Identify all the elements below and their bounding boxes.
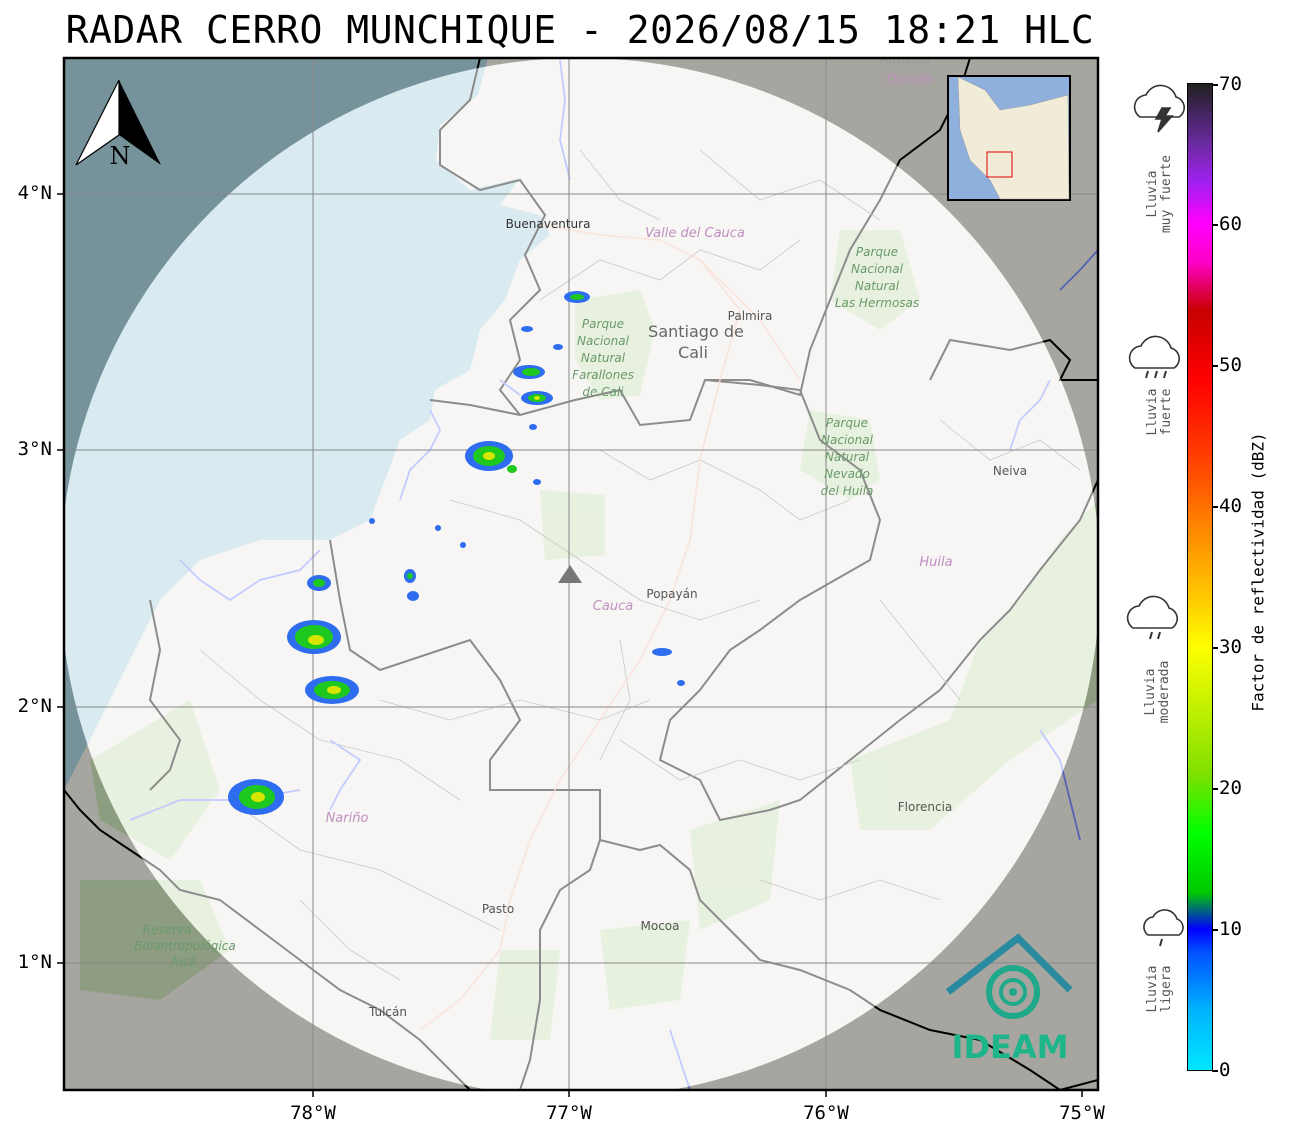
echo-cell: [564, 291, 590, 303]
rain-level-line: Lluvia: [1145, 388, 1160, 436]
label-nevado-2: Nacional: [821, 433, 874, 447]
lat-tick-label: 3°N: [17, 438, 52, 460]
label-farallones-2: Nacional: [577, 334, 630, 348]
reflectivity-colorbar: [1187, 83, 1213, 1071]
colorbar-tick-mark: [1212, 647, 1218, 649]
label-valle-del-cauca: Valle del Cauca: [645, 226, 745, 241]
rain-level-label: Lluvia muy fuerte: [1145, 154, 1174, 234]
rain-level-line: fuerte: [1159, 388, 1174, 436]
thunderstorm-cloud-icon: [1133, 84, 1185, 133]
label-farallones-1: Parque: [582, 317, 624, 331]
label-farallones-4: Farallones: [572, 368, 634, 382]
rain-level-line: moderada: [1157, 660, 1172, 724]
echo-cell: [529, 424, 537, 430]
label-farallones-5: de Cali: [582, 385, 624, 399]
lat-tick-label: 2°N: [17, 695, 52, 717]
rain-level-line: Lluvia: [1145, 170, 1160, 218]
label-cauca: Cauca: [593, 599, 633, 614]
colorbar-tick-mark: [1212, 788, 1218, 790]
north-label: N: [110, 142, 131, 170]
light-rain-cloud-icon: [1143, 909, 1184, 947]
label-palmira: Palmira: [728, 309, 773, 323]
label-popayan: Popayán: [646, 587, 697, 601]
label-reserva-2: Bioantropológica: [134, 939, 235, 953]
label-reserva-1: Reserva: [143, 923, 192, 937]
label-hermosas-2: Nacional: [851, 262, 904, 276]
label-cali: Cali: [678, 343, 708, 362]
colorbar-tick-label: 70: [1219, 73, 1242, 95]
echo-cell: [677, 680, 685, 686]
echo-cell: [407, 591, 419, 601]
echo-cell: [513, 365, 545, 379]
rain-cloud-icon: [1126, 595, 1178, 640]
echo-cell: [521, 326, 533, 332]
echo-cell: [404, 569, 416, 583]
label-huila: Huila: [919, 555, 952, 570]
label-nevado-3: Natural: [825, 450, 870, 464]
label-reserva-3: Awá: [169, 955, 195, 969]
echo-cell: [507, 465, 517, 473]
colorbar-tick-label: 40: [1219, 495, 1242, 517]
rain-level-label: Lluvia moderada: [1143, 652, 1172, 732]
colorbar-tick-mark: [1212, 224, 1218, 226]
label-mocoa: Mocoa: [641, 919, 680, 933]
colorbar-label: Factor de reflectividad (dBZ): [1248, 432, 1268, 712]
label-hermosas-4: Las Hermosas: [835, 296, 919, 310]
colorbar-tick-label: 30: [1219, 636, 1242, 658]
lon-tick-label: 75°W: [1059, 1102, 1105, 1124]
colorbar-tick-label: 10: [1219, 918, 1242, 940]
echo-cell: [460, 542, 466, 548]
lat-tick-label: 1°N: [17, 951, 52, 973]
echo-cell: [553, 344, 563, 350]
label-hermosas-1: Parque: [856, 245, 898, 259]
label-buenaventura: Buenaventura: [506, 217, 591, 231]
lon-tick-label: 76°W: [803, 1102, 849, 1124]
label-nevado-4: Nevado: [824, 467, 870, 481]
colorbar-tick-mark: [1212, 929, 1218, 931]
lon-tick-label: 77°W: [546, 1102, 592, 1124]
inset-locator-map: [947, 75, 1071, 201]
lat-tick-label: 4°N: [17, 182, 52, 204]
echo-cell: [287, 620, 341, 654]
rain-level-line: Lluvia: [1143, 668, 1158, 716]
label-tulcan: Tulcán: [368, 1005, 407, 1019]
colorbar-tick-label: 20: [1219, 777, 1242, 799]
echo-cell: [307, 575, 331, 591]
echo-cell: [652, 648, 672, 656]
label-pasto: Pasto: [482, 902, 514, 916]
colorbar-tick-mark: [1212, 365, 1218, 367]
rain-level-line: ligera: [1159, 965, 1174, 1013]
colorbar-tick-mark: [1212, 506, 1218, 508]
rain-level-label: Lluvia ligera: [1145, 949, 1174, 1029]
label-santiago-de-cali: Santiago de: [648, 322, 744, 341]
colorbar-tick-mark: [1212, 1070, 1218, 1072]
label-florencia: Florencia: [898, 800, 953, 814]
echo-cell: [465, 441, 513, 471]
rain-level-line: Lluvia: [1145, 965, 1160, 1013]
label-narino: Nariño: [326, 811, 369, 826]
echo-cell: [521, 391, 553, 405]
echo-cell: [435, 525, 441, 531]
label-farallones-3: Natural: [581, 351, 626, 365]
ideam-logo-text: IDEAM: [952, 1028, 1069, 1066]
echo-cell: [228, 779, 284, 815]
label-nevado-5: del Huila: [821, 484, 874, 498]
rain-level-label: Lluvia fuerte: [1145, 372, 1174, 452]
label-neiva: Neiva: [993, 464, 1027, 478]
colorbar-tick-label: 0: [1219, 1059, 1231, 1081]
lon-tick-label: 78°W: [290, 1102, 336, 1124]
colorbar-tick-label: 60: [1219, 213, 1242, 235]
echo-cell: [533, 479, 541, 485]
colorbar-tick-label: 50: [1219, 354, 1242, 376]
colorbar-tick-mark: [1212, 84, 1218, 86]
echo-cell: [369, 518, 375, 524]
label-quindio: Quindío: [887, 72, 933, 86]
label-nevado-1: Parque: [826, 416, 868, 430]
radar-map[interactable]: Buenaventura Valle del Cauca Palmira San…: [0, 0, 1309, 1137]
echo-cell: [305, 676, 359, 704]
label-hermosas-3: Natural: [855, 279, 900, 293]
rain-level-line: muy fuerte: [1159, 154, 1174, 234]
